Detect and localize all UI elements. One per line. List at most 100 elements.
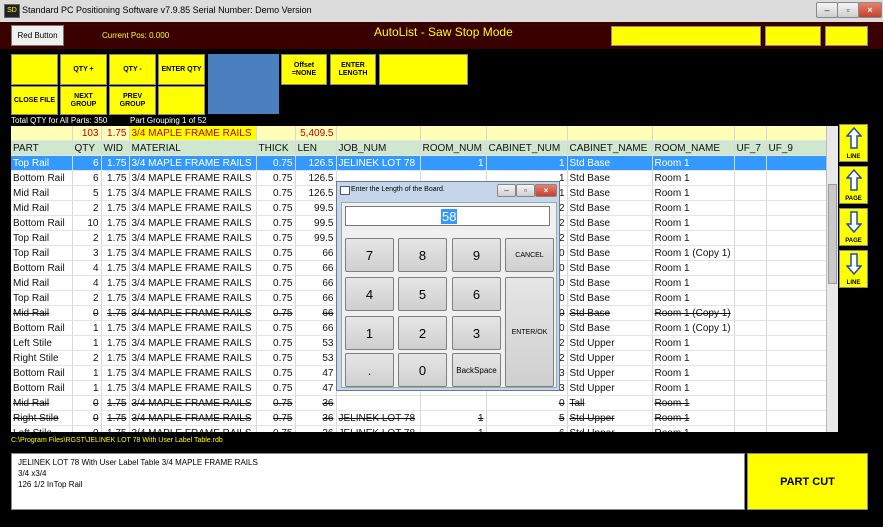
key-0[interactable]: 0 [398,353,447,387]
enter-length-button[interactable]: ENTER LENGTH [330,54,376,85]
column-header[interactable]: PART [11,140,73,156]
qty-minus-button[interactable]: QTY - [109,54,156,85]
qty-plus-button[interactable]: QTY + [60,54,107,85]
dialog-maximize-button[interactable]: ▫ [516,184,535,197]
key-dot[interactable]: . [345,353,394,387]
key-3[interactable]: 3 [452,316,501,350]
cell-thick: 0.75 [256,230,296,246]
color-preview-panel [208,54,279,114]
page-up-button[interactable]: PAGE [839,166,868,204]
column-header[interactable]: LEN [295,140,337,156]
cell-room-name: Room 1 [652,380,735,396]
summary-len: 5,409.5 [295,126,337,141]
enter-ok-button[interactable]: ENTER/OK [505,277,554,387]
page-down-button[interactable]: PAGE [839,208,868,246]
column-header[interactable]: CABINET_NAME [567,140,653,156]
cell-material: 3/4 MAPLE FRAME RAILS [129,215,257,231]
key-1[interactable]: 1 [345,316,394,350]
column-header[interactable]: THICK [256,140,296,156]
cell-cab-name: Std Base [567,215,653,231]
cell-wid: 1.75 [101,395,130,411]
cell-material: 3/4 MAPLE FRAME RAILS [129,245,257,261]
column-header[interactable]: ROOM_NAME [652,140,735,156]
cell-material: 3/4 MAPLE FRAME RAILS [129,380,257,396]
cell-empty [734,305,767,321]
summary-cell [652,126,735,141]
cell-len: 36 [295,425,337,432]
cell-room-name: Room 1 [652,170,735,186]
table-row[interactable]: Right Stile 0 1.75 3/4 MAPLE FRAME RAILS 0.7… [11,410,826,426]
cell-qty: 0 [72,410,102,426]
minimize-button[interactable]: – [816,2,838,18]
cell-part: Left Stile [11,425,73,432]
summary-cell [766,126,826,141]
dialog-close-button[interactable]: × [535,184,557,197]
cell-part: Bottom Rail [11,170,73,186]
column-header[interactable]: CABINET_NUM [486,140,568,156]
column-header[interactable]: ROOM_NUM [420,140,487,156]
key-2[interactable]: 2 [398,316,447,350]
next-group-button[interactable]: NEXT GROUP [60,86,107,115]
cell-thick: 0.75 [256,410,296,426]
cell-job: JELINEK LOT 78 [336,410,421,426]
length-input[interactable]: 58 [345,206,550,226]
column-header[interactable]: UF_9 [766,140,826,156]
cell-len: 53 [295,335,337,351]
cell-part: Bottom Rail [11,380,73,396]
cell-wid: 1.75 [101,200,130,216]
cell-empty [734,425,767,432]
cell-qty: 10 [72,215,102,231]
dialog-minimize-button[interactable]: – [497,184,516,197]
cell-empty [766,335,826,351]
grid-vertical-scrollbar[interactable] [826,126,838,432]
column-header[interactable]: QTY [72,140,102,156]
key-7[interactable]: 7 [345,238,394,272]
cancel-button[interactable]: CANCEL [505,238,554,272]
scrollbar-thumb[interactable] [828,184,837,284]
cell-cab-name: Std Base [567,290,653,306]
key-6[interactable]: 6 [452,277,501,311]
column-header[interactable]: UF_7 [734,140,767,156]
enter-qty-button[interactable]: ENTER QTY [158,54,205,85]
key-5[interactable]: 5 [398,277,447,311]
cell-qty: 4 [72,275,102,291]
cell-len: 36 [295,395,337,411]
cell-cab-name: Std Base [567,320,653,336]
cell-room-name: Room 1 [652,425,735,432]
cell-room-name: Room 1 [652,410,735,426]
red-button[interactable]: Red Button [11,25,64,46]
cell-empty [766,380,826,396]
column-header[interactable]: WID [101,140,130,156]
key-9[interactable]: 9 [452,238,501,272]
column-header[interactable]: MATERIAL [129,140,257,156]
prev-group-button[interactable]: PREV GROUP [109,86,156,115]
header-display-box-1 [611,26,761,46]
cell-cab-name: Std Base [567,230,653,246]
key-4[interactable]: 4 [345,277,394,311]
cell-wid: 1.75 [101,350,130,366]
mode-title: AutoList - Saw Stop Mode [374,25,513,39]
maximize-button[interactable]: ▫ [837,2,859,18]
backspace-button[interactable]: BackSpace [452,353,501,387]
close-file-button[interactable]: CLOSE FILE [11,86,58,115]
table-row[interactable]: Top Rail 6 1.75 3/4 MAPLE FRAME RAILS 0.75 12… [11,155,826,171]
close-window-button[interactable]: × [858,2,882,18]
app-icon: SD [4,4,20,18]
info-line-2: 3/4 x3/4 [18,469,47,478]
summary-cell [420,126,487,141]
key-8[interactable]: 8 [398,238,447,272]
line-down-button[interactable]: LINE [839,250,868,288]
cell-cab-name: Tall [567,395,653,411]
offset-button[interactable]: Offset =NONE [281,54,327,85]
blank-toolbar-button[interactable] [11,54,58,85]
column-header[interactable]: JOB_NUM [336,140,421,156]
table-row[interactable]: Left Stile01.753/4 MAPLE FRAME RAILS0.75… [11,425,826,432]
cell-thick: 0.75 [256,275,296,291]
cell-wid: 1.75 [101,305,130,321]
line-up-button[interactable]: LINE [839,124,868,162]
blank-toolbar-button-2[interactable] [158,86,205,115]
dialog-body: 58 7 8 9 CANCEL 4 5 6 ENTER/OK 1 2 3 . 0… [341,202,557,388]
cell-part: Top Rail [11,290,73,306]
part-cut-button[interactable]: PART CUT [747,453,868,510]
table-row[interactable]: Mid Rail 0 1.75 3/4 MAPLE FRAME RAILS 0.75 36… [11,395,826,411]
